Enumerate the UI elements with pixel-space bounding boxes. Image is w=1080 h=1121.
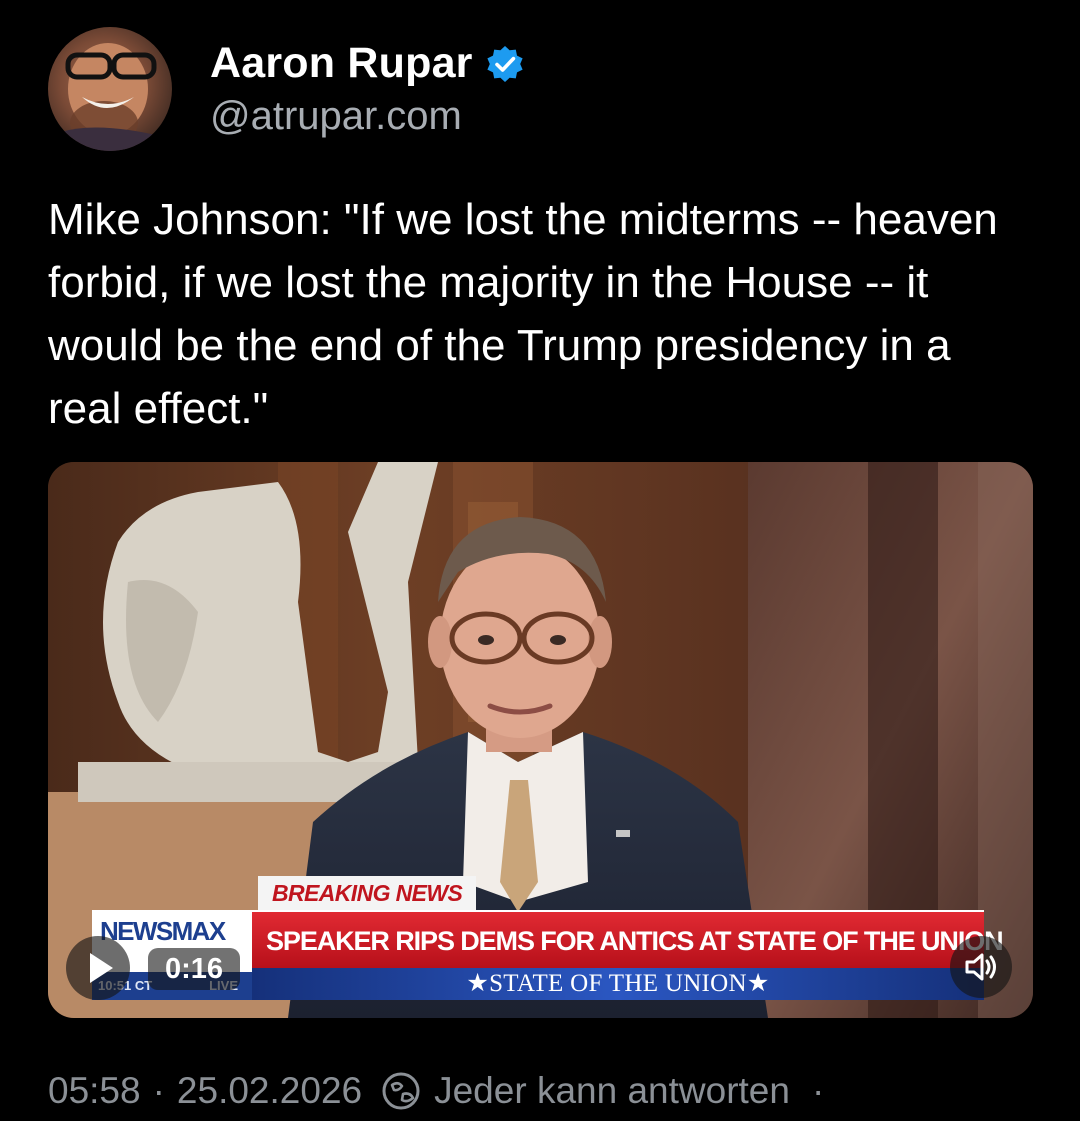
author-name-row: Aaron Rupar [210,39,525,88]
speaker-icon [965,953,996,981]
video-player[interactable]: BREAKING NEWS SPEAKER RIPS DEMS FOR ANTI… [48,462,1033,1018]
tweet-meta: 05:58 · 25.02.2026 Jeder kann antworten … [48,1066,824,1116]
breaking-news-tag: BREAKING NEWS [258,876,477,910]
subline-bar: ★STATE OF THE UNION★ [252,968,984,1000]
tweet-date[interactable]: 25.02.2026 [177,1070,362,1112]
author-display-name[interactable]: Aaron Rupar [210,39,473,88]
chyron-subline: ★STATE OF THE UNION★ [466,970,770,997]
play-icon [90,953,113,983]
tweet-header: Aaron Rupar @atrupar.com [48,26,525,152]
meta-separator: · [152,1070,165,1111]
reply-audience-icon [380,1070,422,1112]
play-button[interactable] [66,936,130,1000]
tweet-time[interactable]: 05:58 [48,1070,141,1112]
verified-badge-icon [485,44,525,84]
news-chyron: BREAKING NEWS SPEAKER RIPS DEMS FOR ANTI… [48,462,1033,1018]
avatar[interactable] [48,27,172,151]
author-block: Aaron Rupar @atrupar.com [210,39,525,139]
sound-toggle-button[interactable] [950,936,1012,998]
avatar-image [48,43,172,151]
tweet-text: Mike Johnson: "If we lost the midterms -… [48,195,998,433]
trailing-dot: · [811,1070,825,1111]
video-duration: 0:16 [148,948,241,990]
reply-setting-label[interactable]: Jeder kann antworten [434,1070,790,1112]
headline-bar: SPEAKER RIPS DEMS FOR ANTICS AT STATE OF… [252,910,1004,970]
chyron-headline: SPEAKER RIPS DEMS FOR ANTICS AT STATE OF… [266,926,1004,956]
author-handle[interactable]: @atrupar.com [210,94,525,139]
